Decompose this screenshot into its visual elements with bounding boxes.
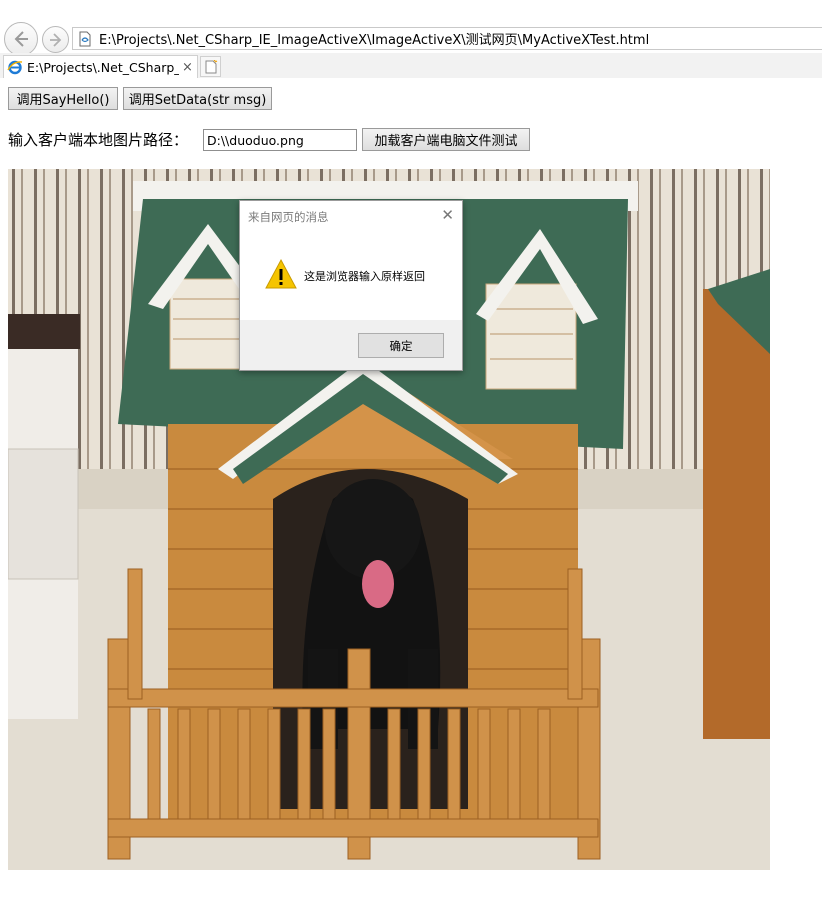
browser-chrome: E:\Projects\.Net_CSharp_IE_ImageActiveX\… — [0, 0, 822, 78]
ie-logo-icon — [7, 60, 23, 75]
forward-button[interactable] — [42, 26, 69, 53]
say-hello-button[interactable]: 调用SayHello() — [8, 87, 118, 110]
back-button[interactable] — [4, 22, 38, 56]
address-text: E:\Projects\.Net_CSharp_IE_ImageActiveX\… — [99, 33, 650, 48]
dialog-footer: 确定 — [240, 320, 462, 370]
new-tab-button[interactable] — [200, 56, 221, 77]
dialog-message: 这是浏览器输入原样返回 — [304, 270, 425, 283]
warning-icon — [265, 258, 297, 289]
tab-close-button[interactable]: × — [182, 60, 193, 75]
dialog-close-button[interactable]: ✕ — [441, 206, 454, 224]
page-icon — [79, 31, 91, 46]
ok-button[interactable]: 确定 — [358, 333, 444, 358]
set-data-button[interactable]: 调用SetData(str msg) — [123, 87, 272, 110]
forward-arrow-icon — [49, 32, 61, 47]
tab-bar: E:\Projects\.Net_CSharp_I... × — [0, 53, 822, 78]
path-input[interactable] — [203, 129, 357, 151]
dialog-title: 来自网页的消息 — [248, 210, 329, 224]
address-bar[interactable]: E:\Projects\.Net_CSharp_IE_ImageActiveX\… — [72, 27, 822, 50]
tab-title: E:\Projects\.Net_CSharp_I... — [27, 59, 179, 75]
new-tab-icon — [205, 59, 217, 73]
tab-active[interactable]: E:\Projects\.Net_CSharp_I... × — [3, 55, 198, 78]
back-arrow-icon — [14, 31, 28, 47]
load-file-button[interactable]: 加载客户端电脑文件测试 — [362, 128, 530, 151]
message-dialog: 来自网页的消息 ✕ 这是浏览器输入原样返回 确定 — [239, 200, 463, 371]
path-label: 输入客户端本地图片路径： — [8, 131, 189, 149]
